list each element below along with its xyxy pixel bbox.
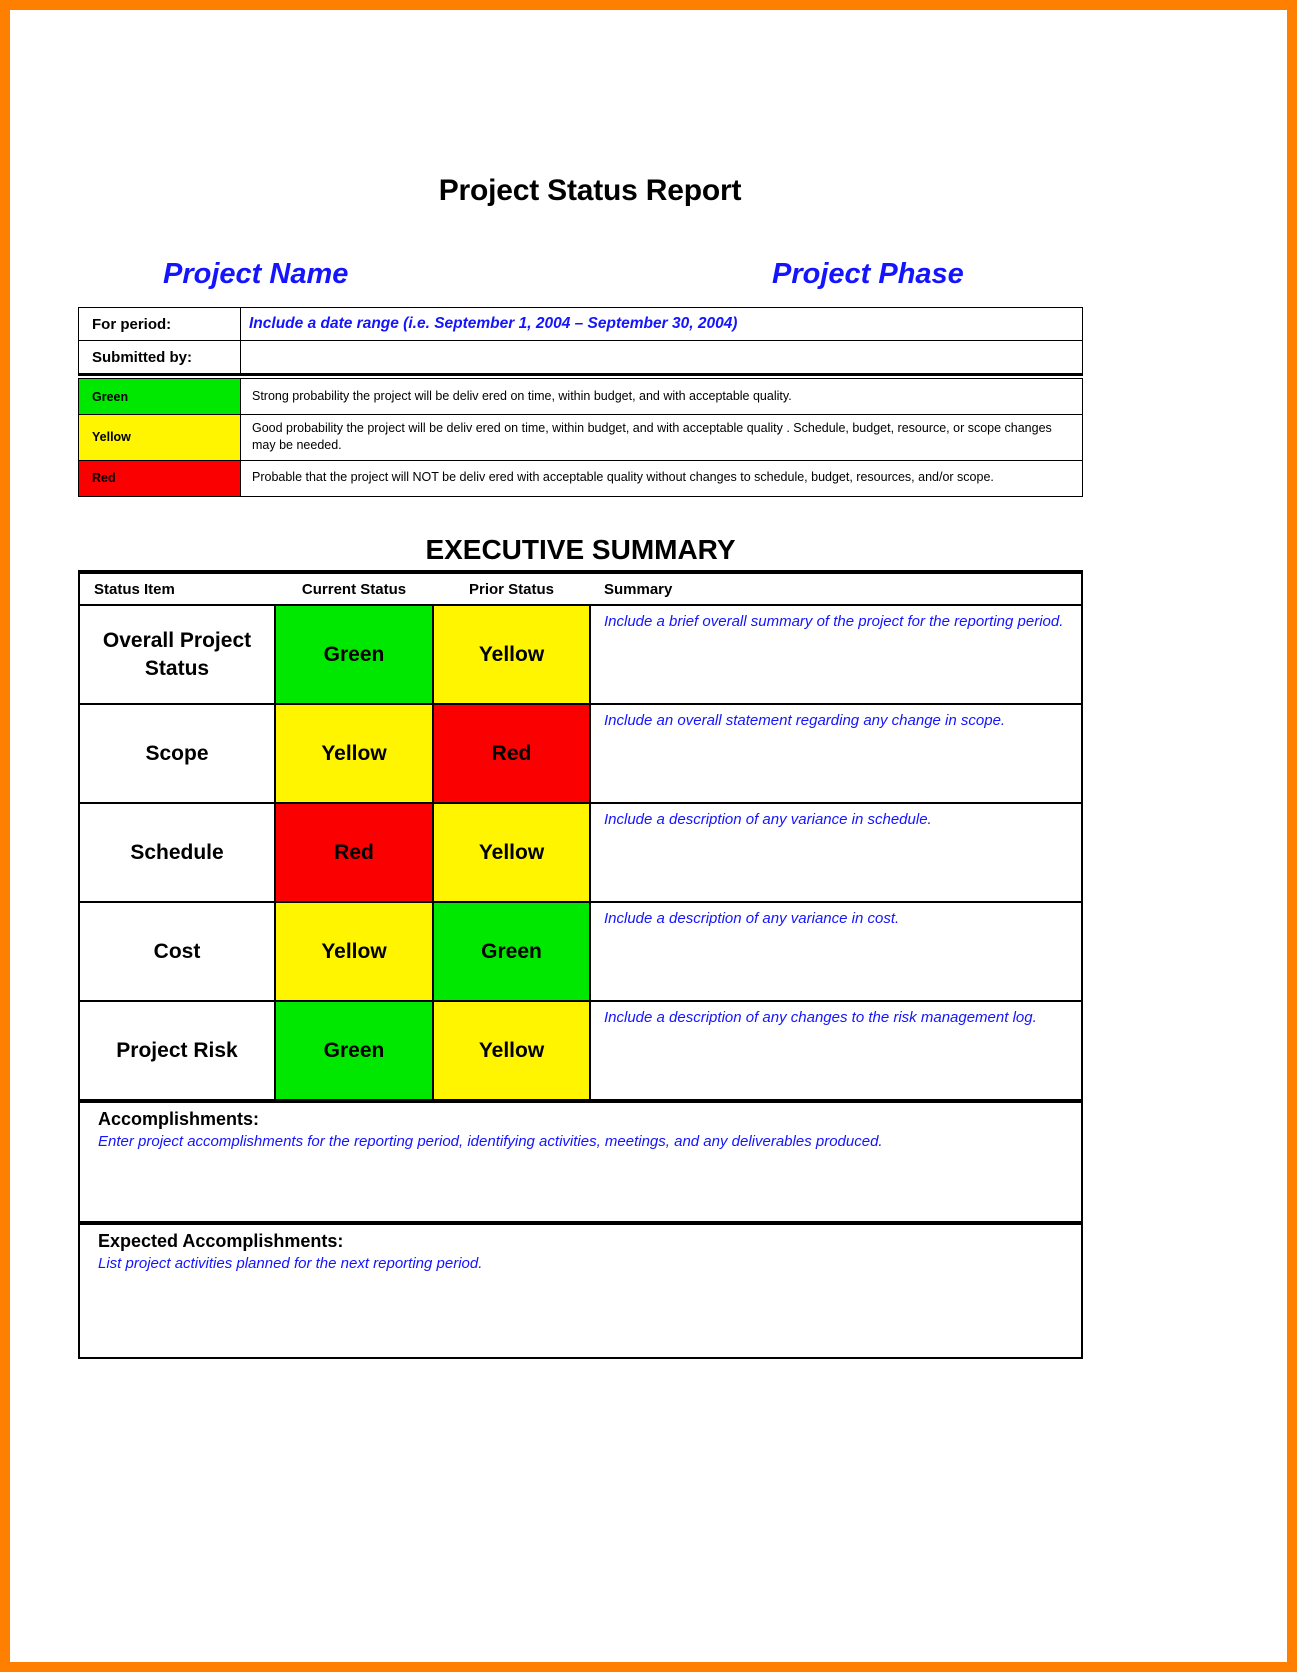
- legend-row-red: Red Probable that the project will NOT b…: [78, 459, 1083, 497]
- legend-description-green: Strong probability the project will be d…: [240, 378, 1083, 415]
- project-name-heading: Project Name: [163, 258, 349, 290]
- executive-summary-table: Status Item Current Status Prior Status …: [78, 570, 1083, 1359]
- legend-swatch-yellow: Yellow: [78, 414, 241, 461]
- prior-status-cost[interactable]: Green: [432, 901, 591, 1002]
- accomplishments-row: Accomplishments: Enter project accomplis…: [78, 1099, 1083, 1224]
- for-period-row: For period: Include a date range (i.e. S…: [78, 307, 1083, 341]
- column-header-status-item: Status Item: [78, 572, 275, 606]
- summary-cost[interactable]: Include a description of any variance in…: [589, 901, 1083, 1002]
- accomplishments-cell[interactable]: Accomplishments: Enter project accomplis…: [78, 1099, 1083, 1224]
- status-item-project-risk: Project Risk: [78, 1000, 276, 1102]
- document-sheet: Project Status Report Project Name Proje…: [10, 10, 1287, 1662]
- prior-status-project-risk[interactable]: Yellow: [432, 1000, 591, 1102]
- header-legend-table: For period: Include a date range (i.e. S…: [78, 307, 1083, 497]
- prior-status-schedule[interactable]: Yellow: [432, 802, 591, 903]
- page-frame: Project Status Report Project Name Proje…: [0, 0, 1297, 1672]
- table-row: Cost Yellow Green Include a description …: [78, 901, 1083, 1002]
- executive-summary-title: EXECUTIVE SUMMARY: [425, 534, 736, 565]
- project-phase-heading: Project Phase: [772, 258, 964, 290]
- status-item-overall-project-status: Overall Project Status: [78, 604, 276, 705]
- current-status-overall-project-status[interactable]: Green: [274, 604, 434, 705]
- legend-description-red: Probable that the project will NOT be de…: [240, 459, 1083, 497]
- legend-swatch-red: Red: [78, 459, 241, 497]
- expected-accomplishments-body[interactable]: List project activities planned for the …: [98, 1254, 1071, 1274]
- table-row: Project Risk Green Yellow Include a desc…: [78, 1000, 1083, 1102]
- expected-accomplishments-heading: Expected Accomplishments:: [98, 1231, 344, 1251]
- legend-swatch-green: Green: [78, 378, 241, 415]
- accomplishments-body[interactable]: Enter project accomplishments for the re…: [98, 1132, 1071, 1152]
- table-row: Scope Yellow Red Include an overall stat…: [78, 703, 1083, 804]
- current-status-scope[interactable]: Yellow: [274, 703, 434, 804]
- accomplishments-heading: Accomplishments:: [98, 1109, 260, 1129]
- legend-row-green: Green Strong probability the project wil…: [78, 378, 1083, 415]
- column-header-summary: Summary: [590, 572, 1083, 606]
- table-row: Schedule Red Yellow Include a descriptio…: [78, 802, 1083, 903]
- expected-accomplishments-cell[interactable]: Expected Accomplishments: List project a…: [78, 1221, 1083, 1359]
- submitted-by-value[interactable]: [240, 340, 1083, 375]
- table-row: Overall Project Status Green Yellow Incl…: [78, 604, 1083, 705]
- submitted-by-row: Submitted by:: [78, 340, 1083, 375]
- current-status-cost[interactable]: Yellow: [274, 901, 434, 1002]
- current-status-project-risk[interactable]: Green: [274, 1000, 434, 1102]
- page-title: Project Status Report: [438, 174, 742, 207]
- column-header-prior-status: Prior Status: [433, 572, 590, 606]
- column-header-current-status: Current Status: [275, 572, 433, 606]
- for-period-value[interactable]: Include a date range (i.e. September 1, …: [240, 307, 1083, 341]
- prior-status-overall-project-status[interactable]: Yellow: [432, 604, 591, 705]
- legend-row-yellow: Yellow Good probability the project will…: [78, 414, 1083, 461]
- summary-scope[interactable]: Include an overall statement regarding a…: [589, 703, 1083, 804]
- exec-table-header-row: Status Item Current Status Prior Status …: [78, 572, 1083, 606]
- summary-overall-project-status[interactable]: Include a brief overall summary of the p…: [589, 604, 1083, 705]
- status-item-scope: Scope: [78, 703, 276, 804]
- status-item-schedule: Schedule: [78, 802, 276, 903]
- for-period-label: For period:: [78, 307, 241, 341]
- summary-project-risk[interactable]: Include a description of any changes to …: [589, 1000, 1083, 1102]
- status-item-cost: Cost: [78, 901, 276, 1002]
- legend-description-yellow: Good probability the project will be del…: [240, 414, 1083, 461]
- current-status-schedule[interactable]: Red: [274, 802, 434, 903]
- expected-accomplishments-row: Expected Accomplishments: List project a…: [78, 1221, 1083, 1359]
- submitted-by-label: Submitted by:: [78, 340, 241, 375]
- prior-status-scope[interactable]: Red: [432, 703, 591, 804]
- summary-schedule[interactable]: Include a description of any variance in…: [589, 802, 1083, 903]
